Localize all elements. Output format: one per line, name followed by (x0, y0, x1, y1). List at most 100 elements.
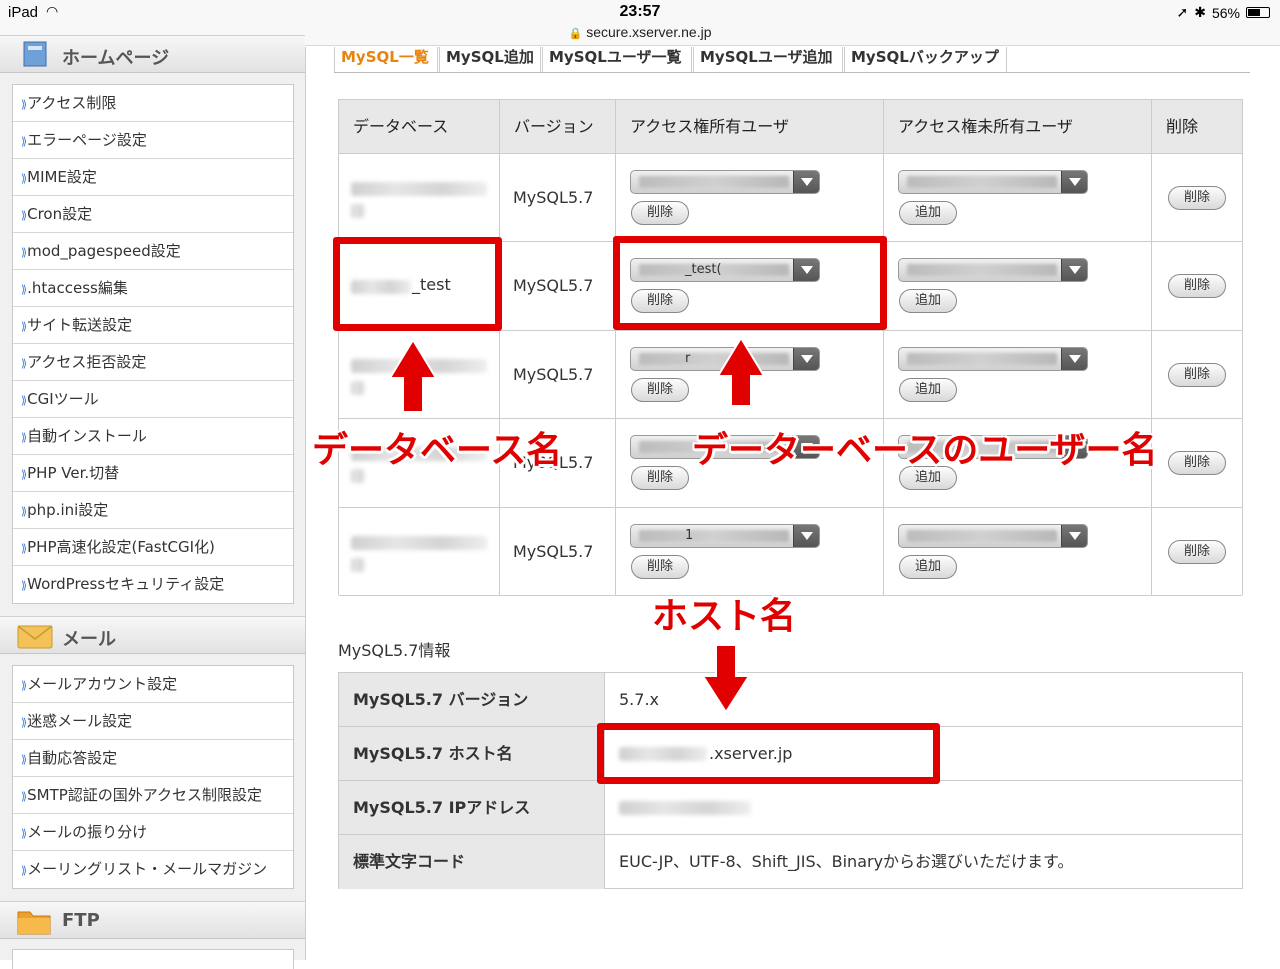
homepage-item[interactable]: ⟫ アクセス拒否設定 (13, 344, 293, 381)
double-chevron-icon: ⟫ (21, 579, 27, 592)
folder-icon (17, 911, 51, 935)
double-chevron-icon: ⟫ (21, 864, 27, 877)
double-chevron-icon: ⟫ (21, 431, 27, 444)
location-icon: ➚ (1176, 4, 1189, 20)
info-label-version: MySQL5.7 バージョン (339, 673, 605, 727)
add-access-button[interactable]: 追加 (899, 554, 957, 579)
homepage-item[interactable]: ⟫ php.ini設定 (13, 492, 293, 529)
mail-item[interactable]: ⟫ 自動応答設定 (13, 740, 293, 777)
mail-item[interactable]: ⟫ メールの振り分け (13, 814, 293, 851)
delete-database-button[interactable]: 削除 (1168, 362, 1226, 387)
sidebar-header-label: ホームページ (62, 48, 170, 69)
sidebar-header-label: メール (62, 629, 116, 650)
owner-users-cell: r 削除 (616, 330, 884, 420)
mail-item[interactable]: ⟫ 迷惑メール設定 (13, 703, 293, 740)
delete-database-button[interactable]: 削除 (1168, 274, 1226, 299)
sidebar-item-label: SMTP認証の国外アクセス制限設定 (27, 786, 263, 804)
info-value-charset: EUC-JP、UTF-8、Shift_JIS、Binaryからお選びいただけます… (619, 852, 1074, 871)
chevron-down-icon (1061, 171, 1087, 193)
chevron-down-icon (1061, 259, 1087, 282)
remove-access-button[interactable]: 削除 (631, 554, 689, 579)
homepage-item[interactable]: ⟫ 自動インストール (13, 418, 293, 455)
chevron-down-icon (793, 524, 819, 547)
mail-item[interactable]: ⟫ メールアカウント設定 (13, 666, 293, 703)
double-chevron-icon: ⟫ (21, 505, 27, 518)
redacted-text (639, 352, 789, 365)
chevron-down-icon (1061, 347, 1087, 370)
homepage-item[interactable]: ⟫ Cron設定 (13, 196, 293, 233)
homepage-item[interactable]: ⟫ PHP Ver.切替 (13, 455, 293, 492)
owner-users-cell: 削除 (616, 154, 884, 243)
sidebar-item-label: メーリングリスト・メールマガジン (27, 860, 268, 878)
version-text: MySQL5.7 (513, 541, 594, 561)
tab-mysql-list[interactable]: MySQL一覧 (334, 47, 438, 72)
add-access-button[interactable]: 追加 (899, 377, 957, 402)
double-chevron-icon: ⟫ (21, 135, 27, 148)
sidebar-item-label: CGIツール (27, 390, 99, 408)
double-chevron-icon: ⟫ (21, 172, 27, 185)
nonowner-user-select[interactable] (898, 258, 1088, 283)
highlight-database-name (333, 237, 502, 331)
sidebar-item-label: メールアカウント設定 (27, 675, 178, 693)
nonowner-users-cell: 追加 (884, 242, 1152, 331)
remove-access-button[interactable]: 削除 (631, 466, 689, 491)
redacted-text (351, 380, 365, 395)
version-cell: MySQL5.7 (500, 154, 616, 243)
annotation-database-name: データベース名 (312, 430, 563, 471)
nonowner-user-select[interactable] (898, 170, 1088, 194)
delete-database-button[interactable]: 削除 (1168, 451, 1226, 476)
mail-icon (17, 625, 53, 649)
col-header-delete: 削除 (1152, 100, 1242, 154)
owner-user-select[interactable]: 1 (630, 523, 820, 548)
ftp-menu (12, 949, 294, 969)
tab-mysql-backup[interactable]: MySQLバックアップ (844, 47, 1007, 72)
remove-access-button[interactable]: 削除 (631, 377, 689, 402)
owner-user-select[interactable]: r (630, 346, 820, 371)
homepage-item[interactable]: ⟫ PHP高速化設定(FastCGI化) (13, 529, 293, 566)
delete-cell: 削除 (1152, 154, 1242, 243)
homepage-item[interactable]: ⟫ アクセス制限 (13, 85, 293, 122)
chevron-down-icon (793, 171, 819, 193)
homepage-item[interactable]: ⟫ mod_pagespeed設定 (13, 233, 293, 270)
annotation-host-name: ホスト名 (652, 596, 797, 637)
tab-mysql-user-list[interactable]: MySQLユーザ一覧 (542, 47, 692, 72)
mysql-tabs: MySQL一覧 MySQL追加 MySQLユーザ一覧 MySQLユーザ追加 My… (334, 47, 1250, 73)
remove-access-button[interactable]: 削除 (631, 201, 689, 225)
owner-user-select[interactable] (630, 170, 820, 194)
redacted-text (907, 529, 1057, 542)
annotation-database-user: データーベースのユーザー名 (692, 430, 1158, 471)
sidebar-item-label: アクセス制限 (27, 94, 117, 112)
sidebar-header-ftp[interactable]: FTP (0, 901, 305, 939)
redacted-text (907, 176, 1057, 188)
sidebar: ホームページ ⟫ アクセス制限 ⟫ エラーページ設定 ⟫ MIME設定 ⟫ Cron設定 ⟫ mo… (0, 35, 306, 969)
mysql-database-table: データベース バージョン アクセス権所有ユーザ アクセス権未所有ユーザ 削除 M… (338, 99, 1243, 596)
mail-item[interactable]: ⟫ メーリングリスト・メールマガジン (13, 851, 293, 888)
redacted-text (351, 535, 487, 550)
sidebar-item-label: サイト転送設定 (27, 316, 133, 334)
sidebar-header-mail[interactable]: メール (0, 616, 305, 654)
double-chevron-icon: ⟫ (21, 394, 27, 407)
add-access-button[interactable]: 追加 (899, 201, 957, 225)
nonowner-users-cell: 追加 (884, 507, 1152, 596)
tab-mysql-add[interactable]: MySQL追加 (439, 47, 541, 72)
delete-database-button[interactable]: 削除 (1168, 539, 1226, 564)
mail-item[interactable]: ⟫ SMTP認証の国外アクセス制限設定 (13, 777, 293, 814)
homepage-menu: ⟫ アクセス制限 ⟫ エラーページ設定 ⟫ MIME設定 ⟫ Cron設定 ⟫ mod_pages… (12, 84, 294, 604)
info-value-ip (605, 781, 1242, 835)
homepage-item[interactable]: ⟫ WordPressセキュリティ設定 (13, 566, 293, 603)
homepage-item[interactable]: ⟫ MIME設定 (13, 159, 293, 196)
nonowner-user-select[interactable] (898, 523, 1088, 548)
homepage-item[interactable]: ⟫ エラーページ設定 (13, 122, 293, 159)
homepage-item[interactable]: ⟫ サイト転送設定 (13, 307, 293, 344)
battery-icon (1246, 7, 1270, 18)
homepage-item[interactable]: ⟫ CGIツール (13, 381, 293, 418)
add-access-button[interactable]: 追加 (899, 289, 957, 314)
version-text: MySQL5.7 (513, 276, 594, 296)
sidebar-header-homepage[interactable]: ホームページ (0, 35, 305, 73)
highlight-database-user (613, 236, 887, 330)
double-chevron-icon: ⟫ (21, 716, 27, 729)
delete-database-button[interactable]: 削除 (1168, 186, 1226, 210)
homepage-item[interactable]: ⟫ .htaccess編集 (13, 270, 293, 307)
tab-mysql-user-add[interactable]: MySQLユーザ追加 (693, 47, 843, 72)
nonowner-user-select[interactable] (898, 346, 1088, 371)
